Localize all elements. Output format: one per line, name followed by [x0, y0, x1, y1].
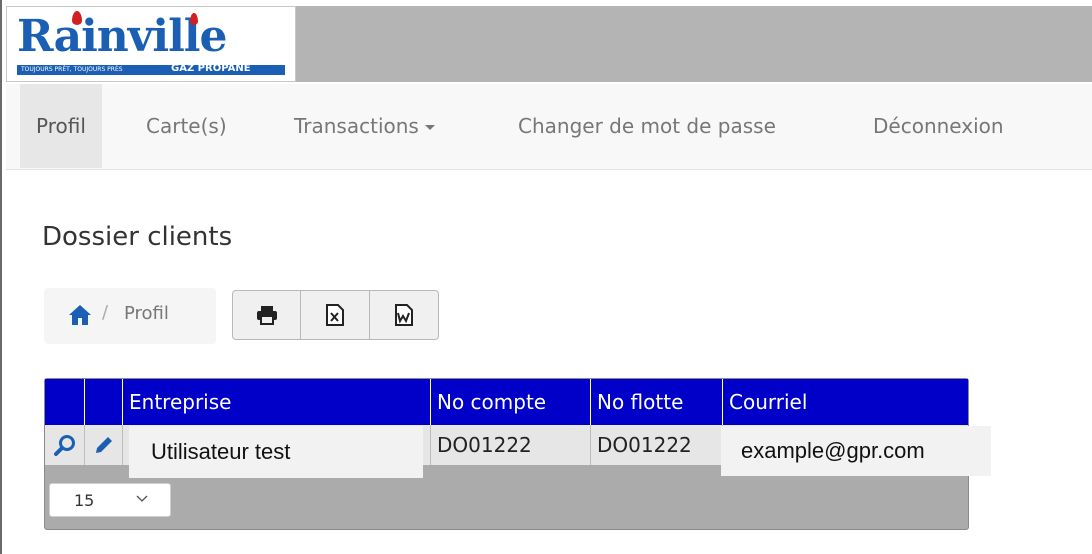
logo-subtitle: GAZ PROPANE: [171, 63, 251, 74]
edit-button[interactable]: [85, 425, 123, 465]
flame-icon: [72, 11, 82, 25]
logo-tagline: TOUJOURS PRÊT, TOUJOURS PRÈS: [21, 66, 123, 73]
cell-no-compte: DO01222: [431, 425, 591, 465]
home-icon[interactable]: [68, 304, 92, 326]
header-cell-no-flotte[interactable]: No flotte: [591, 379, 723, 425]
nav-item-profil[interactable]: Profil: [20, 84, 102, 168]
clients-grid: Entreprise No compte No flotte Courriel …: [44, 378, 991, 530]
nav-item-label: Profil: [36, 114, 86, 138]
header-cell-edit: [85, 379, 123, 425]
breadcrumb-current: Profil: [124, 303, 169, 324]
export-excel-button[interactable]: [301, 290, 370, 340]
export-word-button[interactable]: [370, 290, 439, 340]
page-title: Dossier clients: [42, 222, 233, 252]
header-cell-no-compte[interactable]: No compte: [431, 379, 591, 425]
nav-item-changer-mot-de-passe[interactable]: Changer de mot de passe: [518, 84, 776, 168]
page-size-value: 15: [74, 491, 95, 510]
header-cell-courriel[interactable]: Courriel: [723, 379, 968, 425]
window-left-border: [0, 0, 2, 554]
nav-item-deconnexion[interactable]: Déconnexion: [873, 84, 1004, 168]
chevron-down-icon: [136, 495, 148, 502]
nav-item-label: Déconnexion: [873, 114, 1004, 138]
grid-header: Entreprise No compte No flotte Courriel: [45, 379, 968, 425]
excel-icon: [326, 304, 344, 326]
magnifier-icon: [53, 435, 75, 456]
export-button-group: [232, 290, 439, 340]
print-button[interactable]: [232, 290, 301, 340]
app-header: Rainville TOUJOURS PRÊT, TOUJOURS PRÈS G…: [6, 6, 1092, 82]
header-cell-view: [45, 379, 85, 425]
nav-item-cartes[interactable]: Carte(s): [146, 84, 227, 168]
nav-item-label: Carte(s): [146, 114, 227, 138]
courriel-value: example@gpr.com: [721, 426, 991, 476]
cell-no-flotte: DO01222: [591, 425, 723, 465]
nav-item-label: Changer de mot de passe: [518, 114, 776, 138]
nav-item-label: Transactions: [294, 114, 419, 138]
header-cell-entreprise[interactable]: Entreprise: [123, 379, 431, 425]
caret-down-icon: [424, 125, 435, 130]
pencil-icon: [95, 437, 112, 453]
page-size-select[interactable]: 15: [49, 483, 171, 517]
breadcrumb-separator: /: [102, 302, 109, 323]
print-icon: [256, 306, 277, 325]
nav-item-transactions[interactable]: Transactions: [294, 84, 435, 168]
rainville-logo[interactable]: Rainville TOUJOURS PRÊT, TOUJOURS PRÈS G…: [6, 6, 296, 82]
main-navbar: Profil Carte(s) Transactions Changer de …: [6, 84, 1092, 170]
entreprise-value: Utilisateur test: [129, 426, 423, 478]
breadcrumb: / Profil: [44, 288, 216, 344]
flame-icon: [190, 13, 198, 25]
word-icon: [395, 304, 413, 326]
view-button[interactable]: [45, 425, 85, 465]
